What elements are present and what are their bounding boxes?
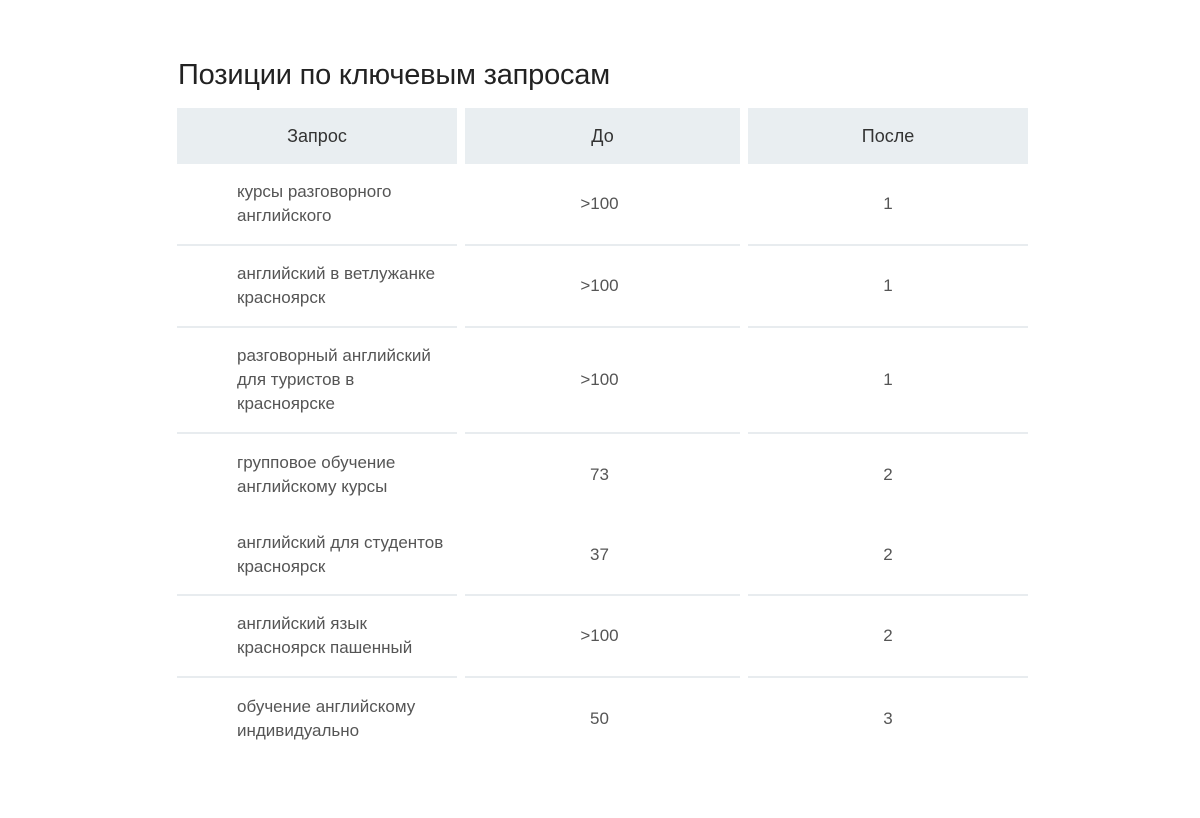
before-value: >100 — [580, 276, 619, 295]
before-cell: >100 — [465, 246, 740, 328]
after-value: 2 — [883, 545, 893, 564]
query-cell: английский для студентов красноярск — [177, 516, 457, 596]
query-text: английский язык красноярск пашенный — [237, 614, 413, 657]
after-cell: 2 — [748, 596, 1028, 678]
before-cell: >100 — [465, 164, 740, 246]
before-value: 73 — [590, 465, 609, 484]
header-query: Запрос — [177, 108, 457, 164]
after-value: 1 — [883, 370, 893, 389]
after-cell: 1 — [748, 246, 1028, 328]
before-value: 50 — [590, 709, 609, 728]
header-before: До — [465, 108, 740, 164]
after-value: 1 — [883, 194, 893, 213]
before-value: >100 — [580, 626, 619, 645]
query-text: обучение английскому индивидуально — [237, 697, 416, 740]
header-after: После — [748, 108, 1028, 164]
after-cell: 2 — [748, 516, 1028, 596]
query-cell: разговорный английский для туристов в кр… — [177, 328, 457, 434]
page: Позиции по ключевым запросам Запрос До П… — [0, 0, 1200, 818]
query-cell: обучение английскому индивидуально — [177, 678, 457, 760]
before-value: >100 — [580, 194, 619, 213]
before-cell: >100 — [465, 596, 740, 678]
table-row: разговорный английский для туристов в кр… — [177, 328, 1028, 434]
before-cell: >100 — [465, 328, 740, 434]
after-cell: 1 — [748, 164, 1028, 246]
query-text: английский для студентов красноярск — [237, 533, 444, 576]
after-cell: 3 — [748, 678, 1028, 760]
query-cell: курсы разговорного английского — [177, 164, 457, 246]
query-cell: английский в ветлужанке красноярск — [177, 246, 457, 328]
query-cell: групповое обучение английскому курсы — [177, 434, 457, 516]
page-title: Позиции по ключевым запросам — [178, 59, 610, 91]
query-text: разговорный английский для туристов в кр… — [237, 346, 431, 413]
table-row: групповое обучение английскому курсы 73 … — [177, 434, 1028, 516]
after-cell: 1 — [748, 328, 1028, 434]
query-text: курсы разговорного английского — [237, 182, 392, 225]
before-value: 37 — [590, 545, 609, 564]
after-value: 3 — [883, 709, 893, 728]
after-cell: 2 — [748, 434, 1028, 516]
keyword-positions-table: Запрос До После курсы разговорного англи… — [177, 108, 1028, 760]
table-row: обучение английскому индивидуально 50 3 — [177, 678, 1028, 760]
table-row: английский для студентов красноярск 37 2 — [177, 516, 1028, 596]
before-cell: 73 — [465, 434, 740, 516]
table-row: английский язык красноярск пашенный >100… — [177, 596, 1028, 678]
query-text: английский в ветлужанке красноярск — [237, 264, 436, 307]
before-value: >100 — [580, 370, 619, 389]
table-row: курсы разговорного английского >100 1 — [177, 164, 1028, 246]
query-cell: английский язык красноярск пашенный — [177, 596, 457, 678]
query-text: групповое обучение английскому курсы — [237, 453, 396, 496]
table-header-row: Запрос До После — [177, 108, 1028, 164]
after-value: 1 — [883, 276, 893, 295]
after-value: 2 — [883, 626, 893, 645]
before-cell: 50 — [465, 678, 740, 760]
before-cell: 37 — [465, 516, 740, 596]
after-value: 2 — [883, 465, 893, 484]
table-row: английский в ветлужанке красноярск >100 … — [177, 246, 1028, 328]
